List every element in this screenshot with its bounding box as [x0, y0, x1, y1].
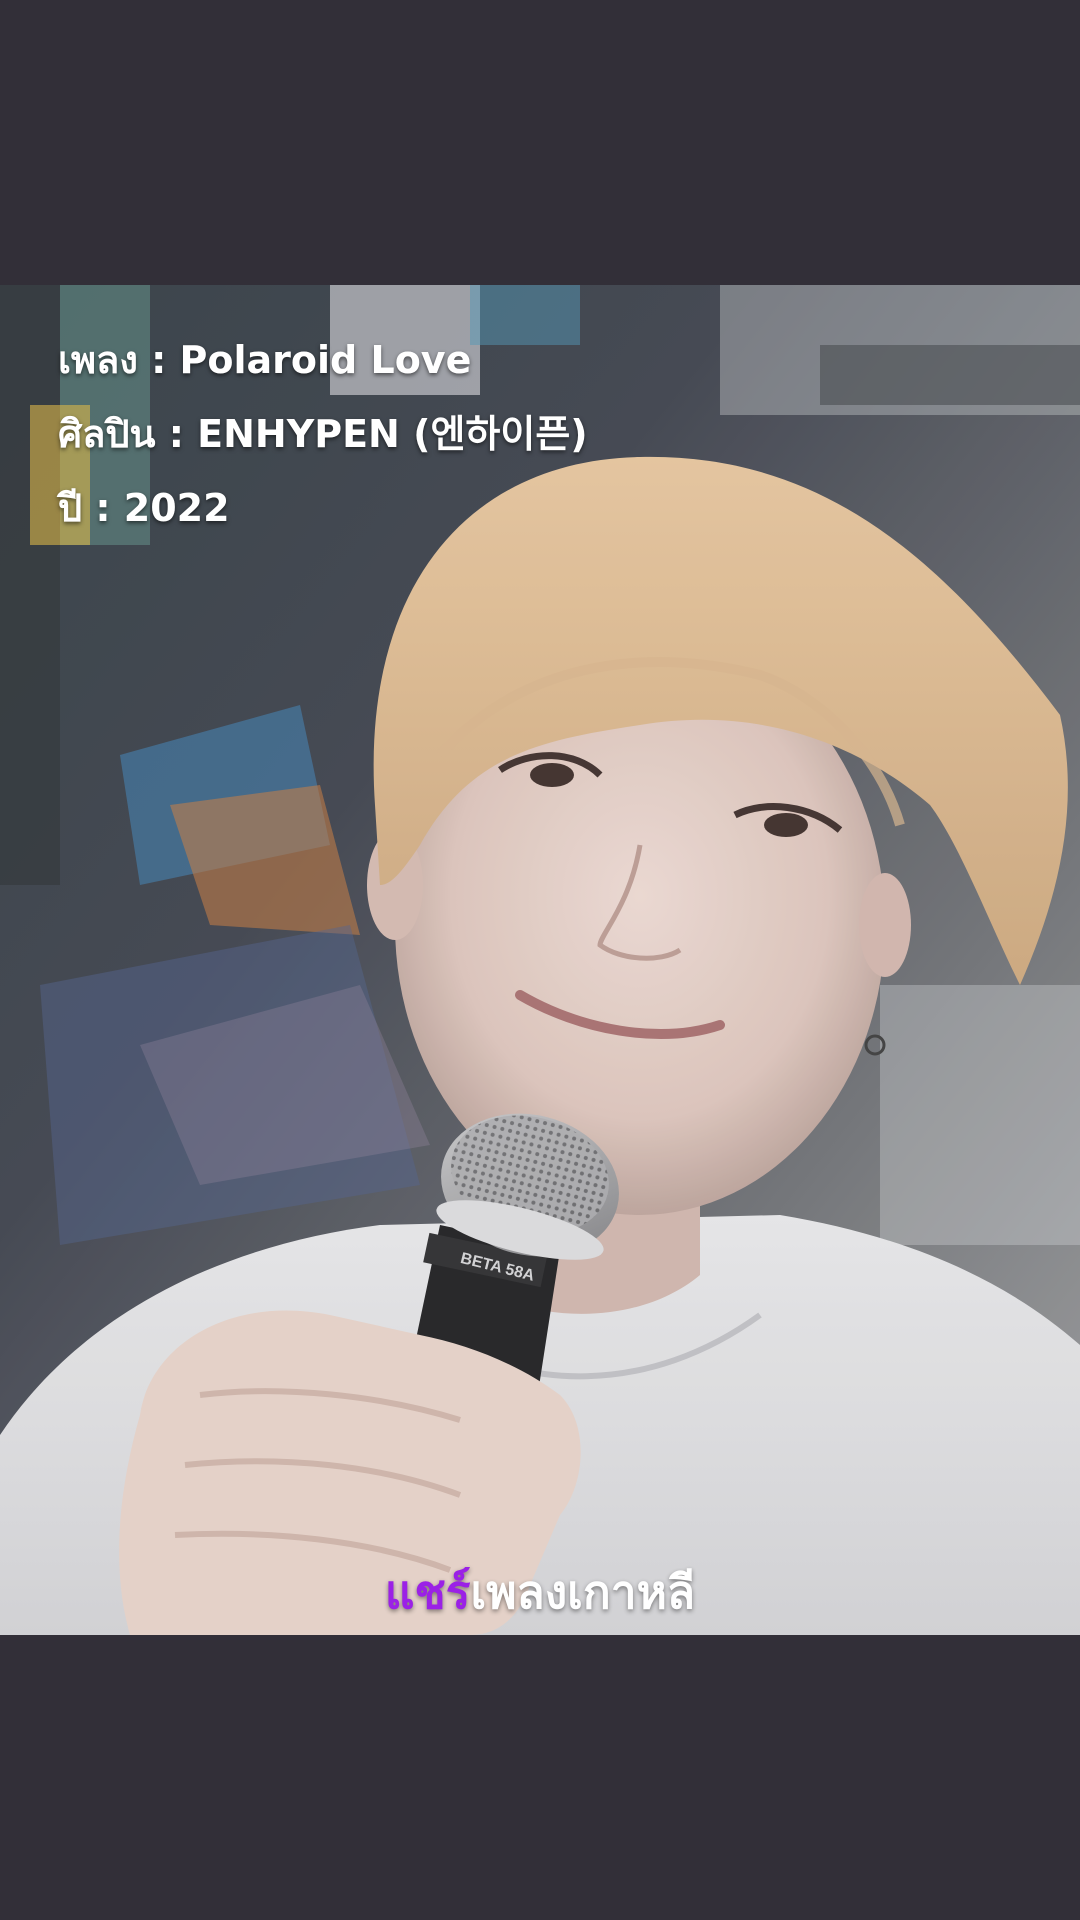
video-post-screen: BETA 58A เพลง : Polaroid Love ศิลปิน : E…: [0, 0, 1080, 1920]
song-label: เพลง: [58, 338, 138, 382]
song-title: Polaroid Love: [179, 338, 472, 382]
song-info-overlay: เพลง : Polaroid Love ศิลปิน : ENHYPEN (엔…: [58, 323, 588, 545]
release-year: 2022: [123, 486, 230, 530]
artist-label: ศิลปิน: [58, 412, 156, 456]
artist-name: ENHYPEN (엔하이픈): [197, 412, 588, 456]
artist-row: ศิลปิน : ENHYPEN (엔하이픈): [58, 397, 588, 471]
watermark-accent-text: แชร์: [384, 1565, 471, 1619]
artist-separator: :: [155, 412, 198, 456]
song-title-row: เพลง : Polaroid Love: [58, 323, 588, 397]
song-separator: :: [137, 338, 180, 382]
watermark-rest-text: เพลงเกาหลี: [470, 1565, 696, 1619]
year-row: ปี : 2022: [58, 471, 588, 545]
channel-watermark: แชร์เพลงเกาหลี: [0, 1556, 1080, 1629]
year-label: ปี: [58, 486, 83, 530]
year-separator: :: [82, 486, 124, 530]
